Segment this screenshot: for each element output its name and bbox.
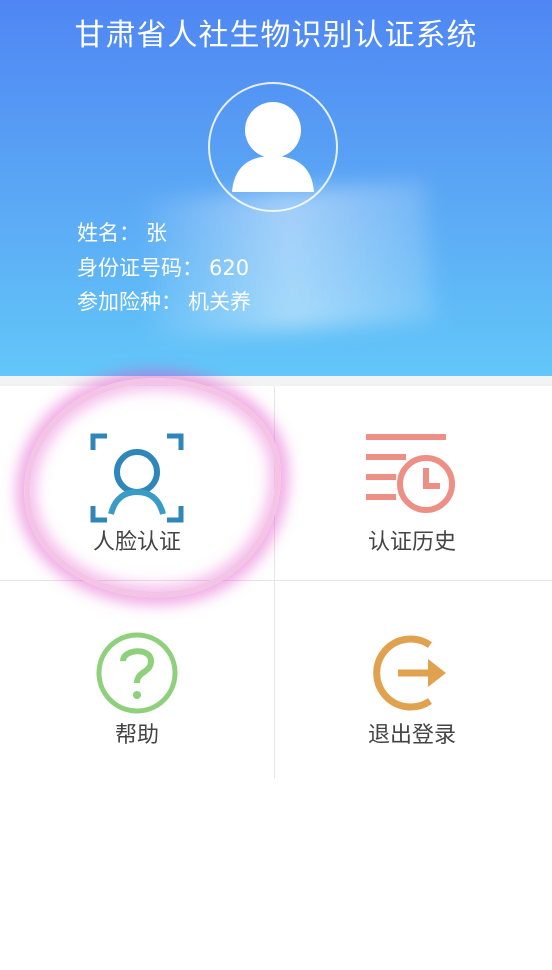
id-label: 身份证号码： <box>77 256 203 280</box>
logout-label: 退出登录 <box>367 723 456 748</box>
name-row: 姓名：张 <box>77 217 167 247</box>
help-button[interactable]: 帮助 <box>0 581 274 775</box>
auth-history-button[interactable]: 认证历史 <box>275 386 549 580</box>
name-label: 姓名： <box>77 221 140 245</box>
name-value: 张 <box>146 221 167 245</box>
divider-strip <box>0 376 552 386</box>
logout-arrow-icon <box>373 635 446 711</box>
logout-button[interactable]: 退出登录 <box>275 581 549 775</box>
help-label: 帮助 <box>114 723 159 748</box>
question-circle-icon <box>96 632 178 714</box>
id-row: 身份证号码： 620 <box>77 252 249 282</box>
profile-header: 甘肃省人社生物识别认证系统 姓名：张 身份证号码： 620 参加险种： 机关养 <box>0 0 552 376</box>
insurance-label: 参加险种： <box>77 290 182 314</box>
app-title: 甘肃省人社生物识别认证系统 <box>74 18 478 53</box>
insurance-value: 机关养 <box>188 290 251 314</box>
auth-history-label: 认证历史 <box>367 530 456 555</box>
id-value: 620 <box>209 256 250 280</box>
history-clock-icon <box>366 434 455 513</box>
insurance-row: 参加险种： 机关养 <box>77 286 251 316</box>
